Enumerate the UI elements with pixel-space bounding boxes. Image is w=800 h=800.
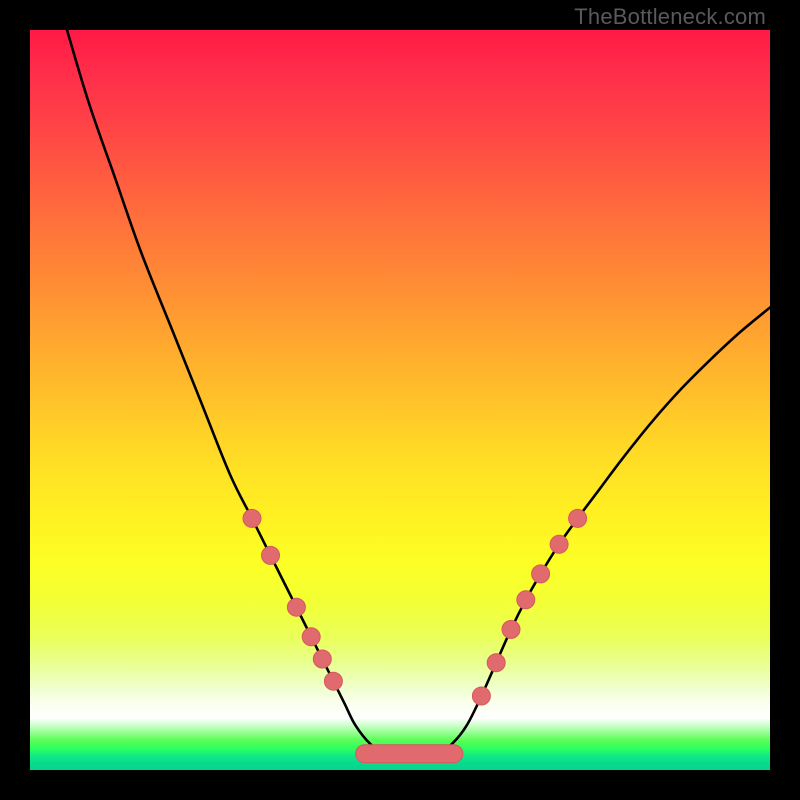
right-marker-dot <box>550 535 568 553</box>
watermark-text: TheBottleneck.com <box>574 4 766 30</box>
valley-band <box>356 745 463 763</box>
right-marker-dot <box>532 565 550 583</box>
right-marker-dot <box>517 591 535 609</box>
right-marker-dot <box>569 509 587 527</box>
left-marker-dot <box>287 598 305 616</box>
outer-frame: TheBottleneck.com <box>0 0 800 800</box>
left-marker-dot <box>243 509 261 527</box>
plot-area <box>30 30 770 770</box>
right-marker-dot <box>502 620 520 638</box>
left-marker-dot <box>313 650 331 668</box>
left-marker-dot <box>262 546 280 564</box>
right-marker-dot <box>472 687 490 705</box>
left-marker-dot <box>302 628 320 646</box>
valley-band-rect <box>356 745 463 763</box>
chart-svg <box>30 30 770 770</box>
right-marker-dot <box>487 654 505 672</box>
left-marker-dot <box>324 672 342 690</box>
curve-layer <box>67 30 770 757</box>
marker-layer <box>243 509 587 705</box>
bottleneck-curve <box>67 30 770 757</box>
